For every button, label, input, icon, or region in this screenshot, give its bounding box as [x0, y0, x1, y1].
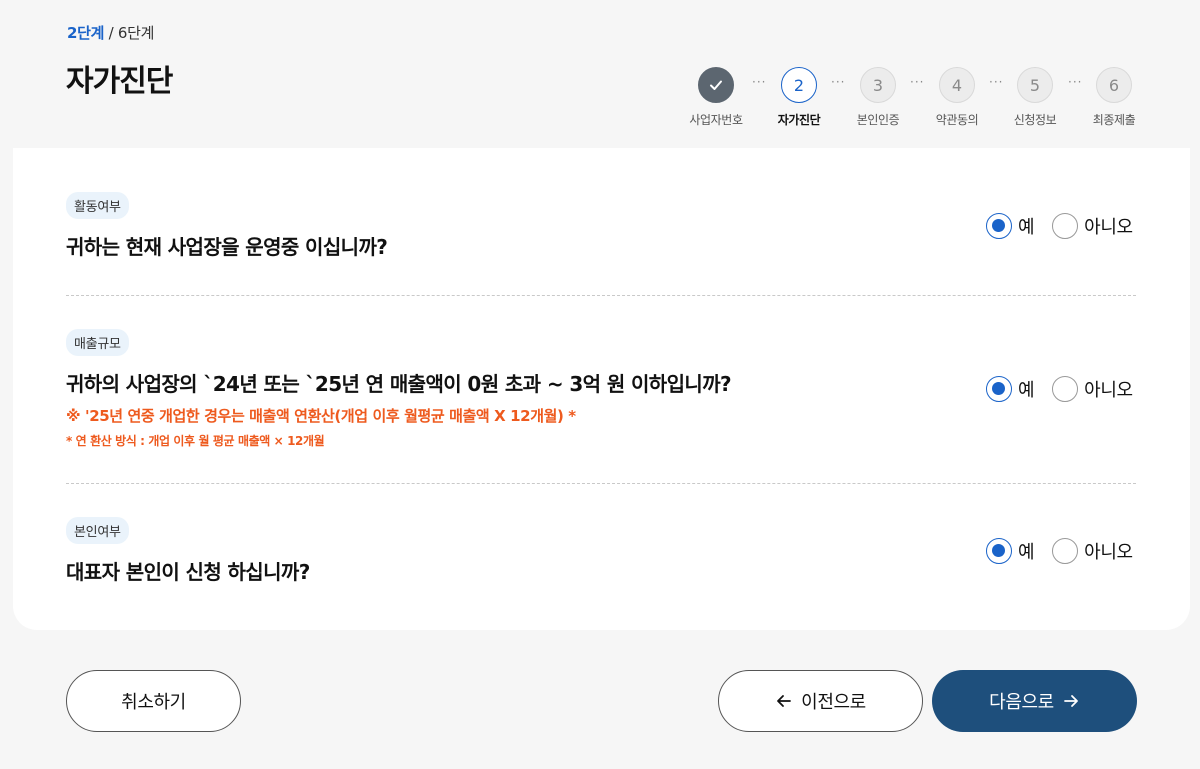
- question-text: 귀하의 사업장의 `24년 또는 `25년 연 매출액이 0원 초과 ~ 3억 …: [66, 372, 732, 396]
- radio-selected-icon[interactable]: [986, 213, 1012, 239]
- step-1-label: 사업자번호: [689, 113, 743, 127]
- radio-unselected-icon[interactable]: [1052, 213, 1079, 239]
- prev-button-label: 이전으로: [801, 692, 866, 713]
- question-activity: 활동여부 귀하는 현재 사업장을 운영중 이십니까?: [66, 192, 388, 260]
- step-6-label: 최종제출: [1092, 113, 1136, 127]
- step-5: 5 신청정보: [1005, 67, 1065, 128]
- radio-group-activity: 예 아니오: [986, 213, 1133, 239]
- arrow-right-icon: [1063, 695, 1078, 707]
- radio-yes-label[interactable]: 예: [1018, 538, 1035, 564]
- question-text: 대표자 본인이 신청 하십니까?: [66, 560, 310, 584]
- radio-no[interactable]: 아니오: [1052, 538, 1133, 564]
- step-1: 사업자번호: [686, 67, 746, 128]
- page-title: 자가진단: [66, 64, 173, 99]
- radio-group-revenue: 예 아니오: [986, 376, 1133, 402]
- radio-yes-label[interactable]: 예: [1018, 376, 1035, 402]
- step-separator: ···: [910, 75, 925, 89]
- progress-stepper: 사업자번호 ··· 2 자가진단 ··· 3 본인인증 ··· 4 약관동의 ·…: [686, 67, 1138, 131]
- radio-no[interactable]: 아니오: [1052, 213, 1133, 239]
- step-3-circle: 3: [860, 67, 896, 103]
- question-revenue: 매출규모 귀하의 사업장의 `24년 또는 `25년 연 매출액이 0원 초과 …: [66, 329, 732, 449]
- step-separator: ···: [752, 75, 767, 89]
- divider: [66, 295, 1136, 296]
- arrow-left-icon: [777, 695, 792, 707]
- question-note: ※ '25년 연중 개업한 경우는 매출액 연환산(개업 이후 월평균 매출액 …: [66, 407, 576, 425]
- radio-yes[interactable]: 예: [986, 376, 1035, 402]
- check-icon: [710, 80, 722, 90]
- radio-unselected-icon[interactable]: [1052, 376, 1079, 402]
- radio-selected-icon[interactable]: [986, 376, 1012, 402]
- step-2-circle: 2: [781, 67, 817, 103]
- step-4-label: 약관동의: [935, 113, 979, 127]
- question-tag: 매출규모: [66, 329, 129, 356]
- question-subnote: * 연 환산 방식 : 개업 이후 월 평균 매출액 × 12개월: [66, 434, 325, 448]
- step-separator: ···: [831, 75, 846, 89]
- question-card: 활동여부 귀하는 현재 사업장을 운영중 이십니까? 예 아니오 매출규모 귀하…: [13, 148, 1190, 630]
- radio-no-label[interactable]: 아니오: [1084, 538, 1133, 564]
- divider: [66, 483, 1136, 484]
- step-5-label: 신청정보: [1013, 113, 1057, 127]
- step-3: 3 본인인증: [848, 67, 908, 128]
- step-4-circle: 4: [939, 67, 975, 103]
- step-6: 6 최종제출: [1084, 67, 1144, 128]
- question-identity: 본인여부 대표자 본인이 신청 하십니까?: [66, 517, 310, 585]
- radio-selected-icon[interactable]: [986, 538, 1012, 564]
- step-4: 4 약관동의: [927, 67, 987, 128]
- question-tag: 본인여부: [66, 517, 129, 544]
- step-counter: 2단계 / 6단계: [67, 22, 154, 43]
- step-2: 2 자가진단: [769, 67, 829, 128]
- radio-unselected-icon[interactable]: [1052, 538, 1079, 564]
- radio-no[interactable]: 아니오: [1052, 376, 1133, 402]
- cancel-button-label: 취소하기: [121, 692, 186, 713]
- step-2-label: 자가진단: [777, 113, 821, 127]
- radio-group-identity: 예 아니오: [986, 538, 1133, 564]
- next-button[interactable]: 다음으로: [932, 670, 1137, 732]
- next-button-label: 다음으로: [989, 692, 1054, 713]
- step-3-label: 본인인증: [856, 113, 900, 127]
- radio-no-label[interactable]: 아니오: [1084, 213, 1133, 239]
- prev-button[interactable]: 이전으로: [718, 670, 923, 732]
- step-1-circle: [698, 67, 734, 103]
- radio-yes[interactable]: 예: [986, 213, 1035, 239]
- radio-no-label[interactable]: 아니오: [1084, 376, 1133, 402]
- step-separator: ···: [989, 75, 1004, 89]
- question-tag: 활동여부: [66, 192, 129, 219]
- step-separator: ···: [1068, 75, 1083, 89]
- question-text: 귀하는 현재 사업장을 운영중 이십니까?: [66, 235, 388, 259]
- cancel-button[interactable]: 취소하기: [66, 670, 241, 732]
- step-6-circle: 6: [1096, 67, 1132, 103]
- step-total: / 6단계: [104, 24, 155, 42]
- step-5-circle: 5: [1017, 67, 1053, 103]
- step-current: 2단계: [67, 24, 105, 42]
- radio-yes[interactable]: 예: [986, 538, 1035, 564]
- radio-yes-label[interactable]: 예: [1018, 213, 1035, 239]
